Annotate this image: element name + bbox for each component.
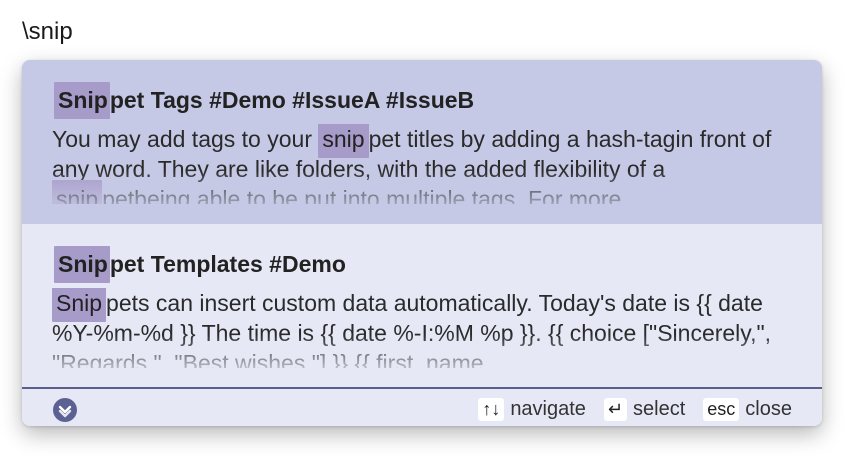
result-title: Snippet Tags #Demo #IssueA #IssueB (54, 82, 475, 119)
body-text: You may add tags to your (52, 126, 319, 152)
result-title-text: pet Templates #Demo (109, 251, 346, 277)
snippet-results-popup: Snippet Tags #Demo #IssueA #IssueB You m… (22, 60, 822, 426)
chevron-down-circle-icon[interactable] (53, 398, 77, 422)
match-highlight: Snip (54, 82, 110, 119)
navigate-hint: ↑↓ navigate (478, 398, 586, 421)
navigate-label: navigate (510, 398, 586, 420)
result-item[interactable]: Snippet Tags #Demo #IssueA #IssueB You m… (22, 60, 822, 224)
result-title: Snippet Templates #Demo (54, 246, 346, 283)
keyboard-hints: ↑↓ navigate ↵ select esc close (460, 398, 792, 421)
match-highlight: snip (318, 124, 369, 158)
select-label: select (633, 398, 686, 420)
match-highlight: Snip (52, 288, 107, 322)
close-hint: esc close (703, 398, 792, 421)
match-highlight: snip (52, 180, 103, 204)
body-text: petbeing able to be put into multiple ta… (102, 186, 622, 204)
esc-key: esc (703, 398, 740, 421)
search-query[interactable]: \snip (22, 18, 73, 46)
close-label: close (745, 398, 792, 420)
result-title-text: pet Tags #Demo #IssueA #IssueB (109, 87, 475, 113)
enter-key: ↵ (603, 398, 628, 421)
body-text: pets can insert custom data automaticall… (52, 290, 778, 368)
match-highlight: Snip (54, 246, 110, 283)
result-body: Snip pets can insert custom data automati… (52, 288, 792, 368)
result-body: You may add tags to your snip pet titles … (52, 124, 792, 204)
arrow-keys: ↑↓ (478, 398, 505, 421)
select-hint: ↵ select (603, 398, 686, 421)
popup-footer: ↑↓ navigate ↵ select esc close (22, 387, 822, 426)
result-item[interactable]: Snippet Templates #Demo Snip pets can ins… (22, 224, 822, 388)
